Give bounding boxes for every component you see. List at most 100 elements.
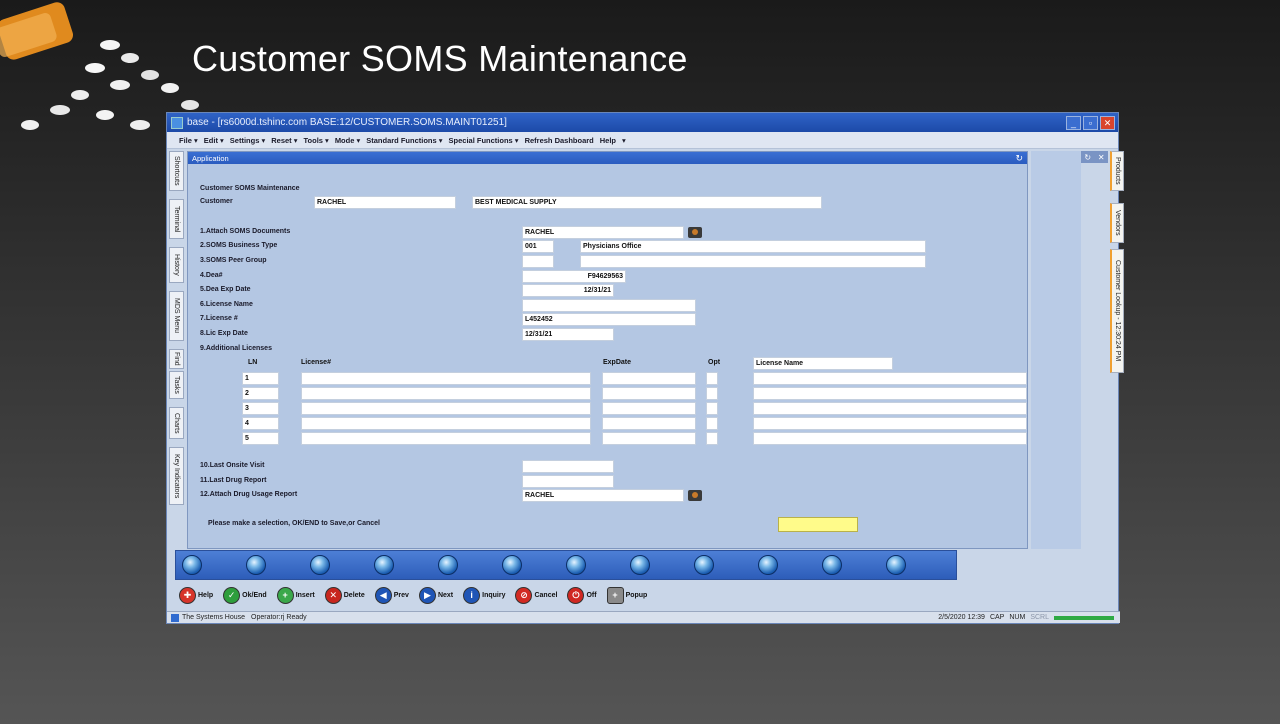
menu-more[interactable]: ▾: [622, 136, 626, 145]
row-expdate[interactable]: [602, 417, 696, 430]
tab-charts[interactable]: Charts: [169, 407, 184, 439]
license-name-field[interactable]: [522, 299, 696, 312]
menu-standard-functions[interactable]: Standard Functions ▾: [366, 136, 442, 145]
row-license[interactable]: [301, 402, 591, 415]
row-ln: 3: [242, 402, 279, 415]
row-expdate[interactable]: [602, 402, 696, 415]
function-key-bar: [175, 550, 957, 580]
row-license[interactable]: [301, 387, 591, 400]
customer-id-field[interactable]: RACHEL: [314, 196, 456, 209]
window-titlebar[interactable]: base - [rs6000d.tshinc.com BASE:12/CUSTO…: [167, 113, 1118, 132]
row-license[interactable]: [301, 417, 591, 430]
menu-reset[interactable]: Reset ▾: [271, 136, 297, 145]
function-key-button[interactable]: [758, 555, 778, 575]
app-icon: [171, 116, 183, 129]
menu-help[interactable]: Help: [600, 136, 616, 145]
menu-file[interactable]: File ▾: [179, 136, 198, 145]
tab-mds-menu[interactable]: MDS Menu: [169, 291, 184, 341]
row-license-name[interactable]: [753, 417, 1027, 430]
refresh-icon[interactable]: ↻: [1015, 153, 1023, 164]
function-key-button[interactable]: [182, 555, 202, 575]
cancel-button[interactable]: ⊘ Cancel: [515, 586, 557, 604]
row-license-name[interactable]: [753, 432, 1027, 445]
insert-button[interactable]: + Insert: [276, 586, 315, 604]
minimize-button[interactable]: _: [1066, 115, 1081, 130]
delete-button[interactable]: ✕ Delete: [324, 586, 365, 604]
tab-customer-lookup[interactable]: Customer Lookup - 12:30:24 PM: [1110, 249, 1124, 373]
off-button[interactable]: ⏻ Off: [567, 586, 597, 604]
additional-licenses-label: 9.Additional Licenses: [200, 345, 272, 352]
refresh-icon[interactable]: ↻: [1084, 153, 1091, 162]
check-icon: ✓: [223, 586, 241, 604]
row-opt[interactable]: [706, 387, 718, 400]
popup-button[interactable]: + Popup: [606, 586, 647, 604]
row-ln: 5: [242, 432, 279, 445]
camera-icon[interactable]: [688, 490, 702, 501]
tab-history[interactable]: History: [169, 247, 184, 283]
menu-special-functions[interactable]: Special Functions ▾: [449, 136, 519, 145]
tab-key-indicators[interactable]: Key Indicators: [169, 447, 184, 505]
function-key-button[interactable]: [310, 555, 330, 575]
tab-find[interactable]: Find: [169, 349, 184, 369]
row-license[interactable]: [301, 372, 591, 385]
attach-drug-usage-field[interactable]: RACHEL: [522, 489, 684, 502]
row-license-name[interactable]: [753, 372, 1027, 385]
prev-button[interactable]: ◀ Prev: [374, 586, 409, 604]
menu-refresh-dashboard[interactable]: Refresh Dashboard: [525, 136, 594, 145]
peer-group-code-field[interactable]: [522, 255, 554, 268]
menu-settings[interactable]: Settings ▾: [230, 136, 265, 145]
tab-products[interactable]: Products: [1110, 151, 1124, 191]
license-number-field[interactable]: L452452: [522, 313, 696, 326]
attach-soms-field[interactable]: RACHEL: [522, 226, 684, 239]
dea-field[interactable]: F94629563: [522, 270, 626, 283]
function-key-button[interactable]: [566, 555, 586, 575]
customer-name-field[interactable]: BEST MEDICAL SUPPLY: [472, 196, 822, 209]
status-scrl: SCRL: [1030, 614, 1049, 621]
row-expdate[interactable]: [602, 432, 696, 445]
inquiry-button[interactable]: i Inquiry: [463, 586, 505, 604]
dea-exp-date-field[interactable]: 12/31/21: [522, 284, 614, 297]
row-opt[interactable]: [706, 432, 718, 445]
row-license-name[interactable]: [753, 402, 1027, 415]
next-button[interactable]: ▶ Next: [418, 586, 453, 604]
close-button[interactable]: ✕: [1100, 115, 1115, 130]
menu-edit[interactable]: Edit ▾: [204, 136, 224, 145]
maximize-button[interactable]: ▫: [1083, 115, 1098, 130]
col-license: License#: [301, 359, 331, 366]
selection-input[interactable]: [778, 517, 858, 532]
row-license-name[interactable]: [753, 387, 1027, 400]
function-key-button[interactable]: [438, 555, 458, 575]
last-onsite-visit-field[interactable]: [522, 460, 614, 473]
row-expdate[interactable]: [602, 387, 696, 400]
last-drug-report-field[interactable]: [522, 475, 614, 488]
ok-end-button[interactable]: ✓ Ok/End: [223, 586, 267, 604]
attach-soms-label: 1.Attach SOMS Documents: [200, 228, 291, 235]
tab-terminal[interactable]: Terminal: [169, 199, 184, 239]
row-expdate[interactable]: [602, 372, 696, 385]
close-icon[interactable]: ✕: [1098, 153, 1105, 162]
help-button[interactable]: ✚ Help: [179, 586, 213, 604]
menu-tools[interactable]: Tools ▾: [304, 136, 329, 145]
tab-vendors[interactable]: Vendors: [1110, 203, 1124, 243]
function-key-button[interactable]: [374, 555, 394, 575]
tab-tasks[interactable]: Tasks: [169, 371, 184, 399]
row-license[interactable]: [301, 432, 591, 445]
function-key-button[interactable]: [246, 555, 266, 575]
rewind-icon: ◀: [374, 586, 392, 604]
col-opt: Opt: [708, 359, 721, 366]
power-icon: ⏻: [567, 586, 585, 604]
function-key-button[interactable]: [630, 555, 650, 575]
menu-mode[interactable]: Mode ▾: [335, 136, 360, 145]
tab-shortcuts[interactable]: Shortcuts: [169, 151, 184, 191]
camera-icon[interactable]: [688, 227, 702, 238]
row-opt[interactable]: [706, 402, 718, 415]
row-opt[interactable]: [706, 372, 718, 385]
status-num: NUM: [1009, 614, 1026, 621]
function-key-button[interactable]: [694, 555, 714, 575]
function-key-button[interactable]: [886, 555, 906, 575]
lic-exp-date-field[interactable]: 12/31/21: [522, 328, 614, 341]
function-key-button[interactable]: [822, 555, 842, 575]
function-key-button[interactable]: [502, 555, 522, 575]
business-type-code-field[interactable]: 001: [522, 240, 554, 253]
row-opt[interactable]: [706, 417, 718, 430]
